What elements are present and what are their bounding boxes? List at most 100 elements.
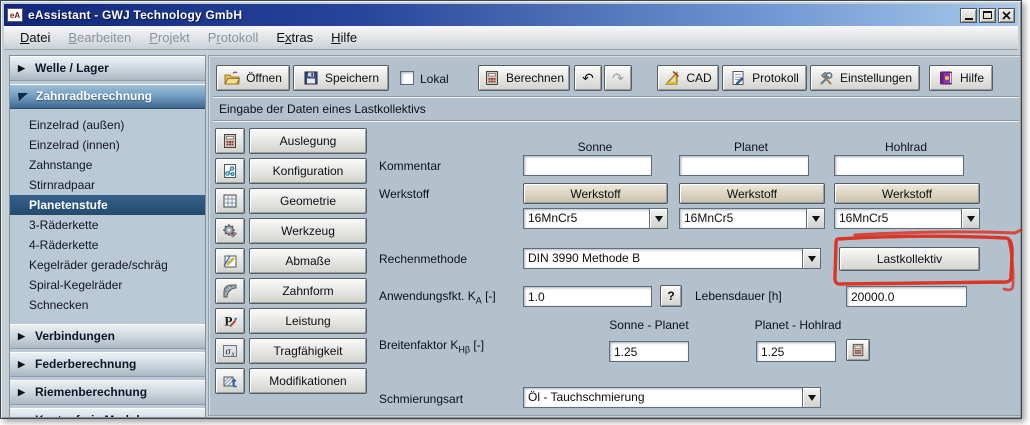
sidebar-item-einzelrad-aussen[interactable]: Einzelrad (außen): [10, 115, 205, 135]
column-header-planet: Planet: [701, 140, 801, 154]
kommentar-input-hohlrad[interactable]: [834, 155, 964, 176]
werkstoff-select-planet[interactable]: 16MnCr5: [679, 208, 825, 229]
sidebar-item-planetenstufe[interactable]: Planetenstufe: [10, 195, 205, 215]
werkstoff-button-sonne[interactable]: Werkstoff: [523, 183, 668, 204]
protocol-button[interactable]: Protokoll: [722, 65, 807, 91]
menu-protokoll[interactable]: Protokoll: [199, 27, 268, 48]
column-header-sonne: Sonne: [545, 140, 645, 154]
sidebar-section-label: Verbindungen: [35, 329, 115, 343]
geometrie-button[interactable]: Geometrie: [249, 188, 367, 214]
breitenfaktor-input-planet-hohlrad[interactable]: [756, 341, 836, 362]
werkstoff-select-sonne[interactable]: 16MnCr5: [523, 208, 668, 229]
modifikationen-button[interactable]: Modifikationen: [249, 368, 367, 394]
local-checkbox[interactable]: [400, 71, 414, 85]
redo-button[interactable]: ↷: [604, 65, 632, 91]
local-checkbox-label: Lokal: [420, 72, 449, 86]
konfiguration-icon-button[interactable]: [215, 158, 245, 184]
dropdown-arrow-icon[interactable]: [802, 388, 820, 407]
redo-icon: ↷: [612, 72, 624, 84]
abmasse-icon-button[interactable]: [215, 248, 245, 274]
anwendungsfaktor-input[interactable]: [523, 286, 652, 307]
geometrie-icon-button[interactable]: [215, 188, 245, 214]
sidebar-section-welle-lager[interactable]: ▶ Welle / Lager: [10, 56, 205, 81]
werkstoff-button-planet[interactable]: Werkstoff: [679, 183, 825, 204]
breitenfaktor-calc-button[interactable]: [846, 339, 870, 361]
calculator-icon: [222, 133, 238, 149]
auslegung-icon-button[interactable]: [215, 128, 245, 154]
tragfaehigkeit-icon-button[interactable]: σ x: [215, 338, 245, 364]
sidebar-section-zahnradberechnung[interactable]: Zahnradberechnung: [10, 84, 205, 109]
sidebar-section-label: Welle / Lager: [35, 61, 109, 75]
sidebar-item-3-raederkette[interactable]: 3-Räderkette: [10, 215, 205, 235]
sidebar-item-spiral-kegelraeder[interactable]: Spiral-Kegelräder: [10, 275, 205, 295]
auslegung-button[interactable]: Auslegung: [249, 128, 367, 154]
sidebar-item-stirnradpaar[interactable]: Stirnradpaar: [10, 175, 205, 195]
sidebar-item-zahnstange[interactable]: Zahnstange: [10, 155, 205, 175]
sidebar-item-einzelrad-innen[interactable]: Einzelrad (innen): [10, 135, 205, 155]
help-button[interactable]: Hilfe: [929, 65, 993, 91]
minimize-button[interactable]: [960, 8, 977, 23]
minimize-icon: [965, 18, 973, 20]
menu-datei[interactable]: Datei: [11, 27, 59, 48]
chevron-right-icon: ▶: [18, 331, 28, 342]
schmierungsart-select[interactable]: Öl - Tauchschmierung: [523, 387, 821, 408]
floppy-disk-icon: [303, 70, 319, 86]
tragfaehigkeit-button[interactable]: Tragfähigkeit: [249, 338, 367, 364]
anwendungsfaktor-help-button[interactable]: ?: [660, 285, 682, 307]
breitenfaktor-label: Breitenfaktor KHβ [-]: [379, 338, 484, 354]
dropdown-arrow-icon[interactable]: [802, 249, 820, 268]
schmierungsart-select-value: Öl - Tauchschmierung: [524, 388, 802, 407]
sidebar-section-riemenberechnung[interactable]: ▶ Riemenberechnung: [10, 380, 205, 405]
konfiguration-button[interactable]: Konfiguration: [249, 158, 367, 184]
leistung-icon-button[interactable]: P: [215, 308, 245, 334]
menu-bearbeiten[interactable]: Bearbeiten: [59, 27, 140, 48]
configuration-icon: [222, 163, 238, 179]
dropdown-arrow-icon[interactable]: [649, 209, 667, 228]
save-button[interactable]: Speichern: [293, 65, 389, 91]
modifikationen-icon-button[interactable]: [215, 368, 245, 394]
menu-extras[interactable]: Extras: [267, 27, 322, 48]
werkstoff-button-hohlrad[interactable]: Werkstoff: [834, 183, 980, 204]
lebensdauer-input[interactable]: [846, 286, 967, 307]
cad-button[interactable]: CAD: [657, 65, 719, 91]
sidebar-item-schnecken[interactable]: Schnecken: [10, 295, 205, 315]
cad-set-square-icon: [664, 70, 680, 86]
kommentar-input-planet[interactable]: [679, 155, 809, 176]
open-button[interactable]: Öffnen: [216, 65, 290, 91]
lastkollektiv-button[interactable]: Lastkollektiv: [839, 247, 980, 271]
help-book-icon: [938, 70, 954, 86]
sidebar-item-kegelraeder[interactable]: Kegelräder gerade/schräg: [10, 255, 205, 275]
sidebar-section-verbindungen[interactable]: ▶ Verbindungen: [10, 324, 205, 349]
abmasse-button[interactable]: Abmaße: [249, 248, 367, 274]
compute-button[interactable]: Berechnen: [478, 65, 570, 91]
calculator-icon: [851, 343, 865, 357]
breitenfaktor-input-sonne-planet[interactable]: [609, 341, 689, 362]
sidebar-item-4-raederkette[interactable]: 4-Räderkette: [10, 235, 205, 255]
leistung-button[interactable]: Leistung: [249, 308, 367, 334]
dropdown-arrow-icon[interactable]: [806, 209, 824, 228]
werkstoff-select-value: 16MnCr5: [524, 209, 649, 228]
settings-button[interactable]: Einstellungen: [810, 65, 920, 91]
werkstoff-select-hohlrad[interactable]: 16MnCr5: [834, 208, 980, 229]
rechenmethode-select[interactable]: DIN 3990 Methode B: [523, 248, 821, 269]
open-button-label: Öffnen: [246, 71, 282, 85]
compute-button-label: Berechnen: [506, 71, 564, 85]
chevron-right-icon: ▶: [18, 415, 28, 419]
kommentar-input-sonne[interactable]: [523, 155, 652, 176]
column-header-hohlrad: Hohlrad: [856, 140, 956, 154]
zahnform-icon-button[interactable]: [215, 278, 245, 304]
werkzeug-icon-button[interactable]: [215, 218, 245, 244]
undo-button[interactable]: ↶: [574, 65, 602, 91]
dropdown-arrow-icon[interactable]: [961, 209, 979, 228]
maximize-button[interactable]: [979, 8, 996, 23]
gear-tool-icon: [222, 223, 238, 239]
close-button[interactable]: [998, 8, 1015, 23]
sidebar-section-kostenfreie-module[interactable]: ▶ Kostenfreie Module: [10, 408, 205, 418]
sidebar-section-federberechnung[interactable]: ▶ Federberechnung: [10, 352, 205, 377]
menu-projekt[interactable]: Projekt: [140, 27, 198, 48]
werkzeug-button[interactable]: Werkzeug: [249, 218, 367, 244]
section-title: Eingabe der Daten eines Lastkollektivs: [213, 96, 1019, 121]
zahnform-button[interactable]: Zahnform: [249, 278, 367, 304]
menu-hilfe[interactable]: Hilfe: [322, 27, 366, 48]
schmierungsart-label: Schmierungsart: [379, 392, 463, 406]
